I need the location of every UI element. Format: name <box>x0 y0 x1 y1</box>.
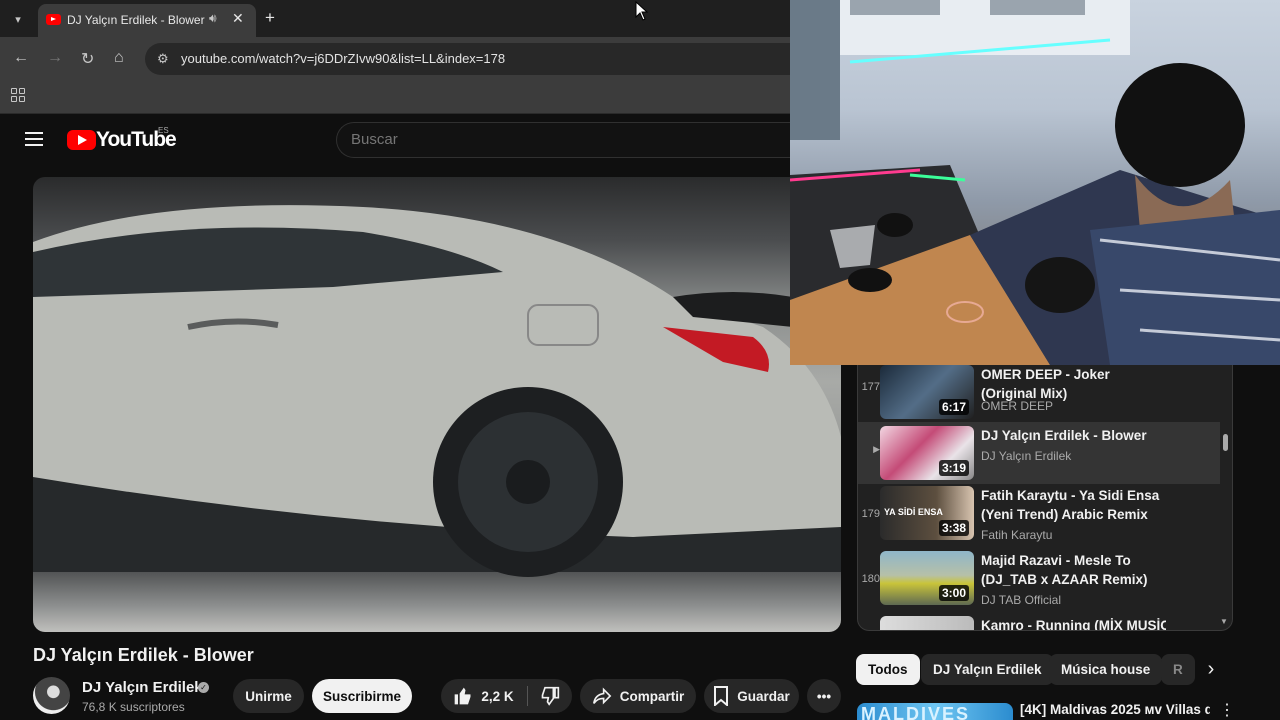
apps-grid-icon[interactable] <box>11 88 25 102</box>
playlist-item-title: Kamro - Running (MİX MUSİC <box>981 618 1166 631</box>
duration-badge: 3:19 <box>938 460 969 476</box>
thumbs-up-icon <box>455 687 471 705</box>
playlist-thumbnail <box>880 616 974 630</box>
chevron-right-icon[interactable]: › <box>1196 654 1226 685</box>
subscribe-button[interactable]: Suscribirme <box>312 679 412 713</box>
more-actions-icon[interactable]: ••• <box>807 679 841 713</box>
playlist-panel: 177 6:17 OMER DEEP - Joker (Original Mix… <box>857 365 1233 631</box>
playlist-item-channel: DJ Yalçın Erdilek <box>981 449 1072 463</box>
recommendation-title[interactable]: [4K] Maldivas 2025 мv Villas de <box>1020 702 1210 717</box>
subscriber-count: 76,8 K suscriptores <box>82 700 185 714</box>
video-title: DJ Yalçın Erdilek - Blower <box>33 645 254 665</box>
playlist-item[interactable]: 177 6:17 OMER DEEP - Joker (Original Mix… <box>858 365 1220 423</box>
save-label: Guardar <box>737 688 790 704</box>
webcam-overlay <box>790 0 1280 365</box>
site-settings-icon[interactable]: ⚙ <box>157 51 169 67</box>
hamburger-menu-icon[interactable] <box>25 132 43 146</box>
share-label: Compartir <box>619 688 685 704</box>
duration-badge: 3:00 <box>938 585 969 601</box>
address-bar[interactable]: ⚙ youtube.com/watch?v=j6DDrZIvw90&list=L… <box>145 43 790 75</box>
bookmarks-bar <box>0 81 790 114</box>
search-input[interactable] <box>351 131 751 148</box>
save-button[interactable]: Guardar <box>704 679 799 713</box>
back-arrow-icon[interactable]: ← <box>13 49 29 67</box>
playlist-item-title: OMER DEEP - Joker (Original Mix) <box>981 367 1110 401</box>
chip-house-music[interactable]: Música house <box>1049 654 1163 685</box>
playlist-thumbnail: YA SİDİ ENSA 3:38 <box>880 486 974 540</box>
reload-icon[interactable]: ↻ <box>81 49 94 69</box>
video-player[interactable] <box>33 177 841 632</box>
youtube-favicon-icon <box>46 14 61 25</box>
playlist-index: 179 <box>861 508 880 520</box>
scroll-down-arrow-icon[interactable]: ▼ <box>1220 617 1228 626</box>
verified-check-icon: ✓ <box>198 682 209 693</box>
country-code: ES <box>158 126 169 135</box>
playlist-item[interactable]: 179 YA SİDİ ENSA 3:38 Fatih Karaytu - Ya… <box>858 482 1220 544</box>
chip-all[interactable]: Todos <box>856 654 920 685</box>
share-button[interactable]: Compartir <box>580 679 696 713</box>
now-playing-icon: ▶ <box>873 444 880 454</box>
more-vertical-icon[interactable]: ⋮ <box>1219 700 1235 720</box>
playlist-item-active[interactable]: ▶ 3:19 DJ Yalçın Erdilek - Blower DJ Yal… <box>858 422 1220 484</box>
url-text[interactable]: youtube.com/watch?v=j6DDrZIvw90&list=LL&… <box>181 51 505 66</box>
playlist-thumbnail: 6:17 <box>880 365 974 419</box>
duration-badge: 6:17 <box>938 399 969 415</box>
join-button[interactable]: Unirme <box>233 679 304 713</box>
mouse-cursor-icon <box>635 1 649 21</box>
chip-partial[interactable]: R <box>1161 654 1195 685</box>
recommendation-thumbnail[interactable]: MALDIVES <box>857 703 1013 720</box>
playlist-scrollbar[interactable] <box>1223 434 1228 451</box>
home-icon[interactable]: ⌂ <box>114 49 124 67</box>
like-button[interactable]: 2,2 K <box>441 679 526 713</box>
close-tab-icon[interactable]: ✕ <box>232 10 244 27</box>
youtube-logo-icon[interactable] <box>67 130 96 150</box>
playlist-thumbnail: 3:19 <box>880 426 974 480</box>
playlist-item-title: Majid Razavi - Mesle To (DJ_TAB x AZAAR … <box>981 553 1148 587</box>
youtube-header: YouTube ES <box>0 114 790 170</box>
playlist-item-channel: OMER DEEP <box>981 399 1054 413</box>
thumbnail-text: MALDIVES <box>861 704 971 720</box>
thumbs-down-icon <box>541 686 560 706</box>
share-arrow-icon <box>592 687 612 705</box>
webcam-person-image <box>790 0 1280 365</box>
duration-badge: 3:38 <box>938 520 969 536</box>
playlist-index: 180 <box>861 573 880 585</box>
tab-search-chevron-icon[interactable]: ▾ <box>8 9 28 29</box>
channel-avatar[interactable] <box>33 677 70 714</box>
playlist-item-title: DJ Yalçın Erdilek - Blower <box>981 428 1147 443</box>
browser-tab-bar: ▾ DJ Yalçın Erdilek - Blower - YouTube 🔊… <box>0 0 790 37</box>
playlist-item[interactable]: Kamro - Running (MİX MUSİC <box>858 612 1220 631</box>
playlist-item-title: Fatih Karaytu - Ya Sidi Ensa (Yeni Trend… <box>981 488 1160 522</box>
channel-name[interactable]: DJ Yalçın Erdilek <box>82 679 203 696</box>
forward-arrow-icon[interactable]: → <box>47 49 63 67</box>
tab-title: DJ Yalçın Erdilek - Blower - YouTube <box>67 13 207 27</box>
chip-channel[interactable]: DJ Yalçın Erdilek <box>921 654 1054 685</box>
like-count: 2,2 K <box>481 688 514 704</box>
dislike-button[interactable] <box>528 679 572 713</box>
thumbnail-text: YA SİDİ ENSA <box>884 507 943 517</box>
playlist-item-channel: Fatih Karaytu <box>981 528 1053 542</box>
speaker-icon[interactable]: 🔊︎ <box>209 11 217 26</box>
new-tab-plus-icon[interactable]: + <box>265 8 275 28</box>
search-box[interactable] <box>336 122 790 158</box>
browser-tab[interactable]: DJ Yalçın Erdilek - Blower - YouTube 🔊︎ … <box>38 4 256 37</box>
playlist-item[interactable]: 180 3:00 Majid Razavi - Mesle To (DJ_TAB… <box>858 547 1220 609</box>
playlist-index: 177 <box>861 381 880 393</box>
playlist-thumbnail: 3:00 <box>880 551 974 605</box>
like-dislike-group: 2,2 K <box>441 679 572 713</box>
playlist-item-channel: DJ TAB Official <box>981 593 1062 607</box>
video-frame-car-image <box>33 205 841 577</box>
browser-toolbar: ← → ↻ ⌂ ⚙ youtube.com/watch?v=j6DDrZIvw9… <box>0 37 790 81</box>
bookmark-icon <box>714 686 729 706</box>
